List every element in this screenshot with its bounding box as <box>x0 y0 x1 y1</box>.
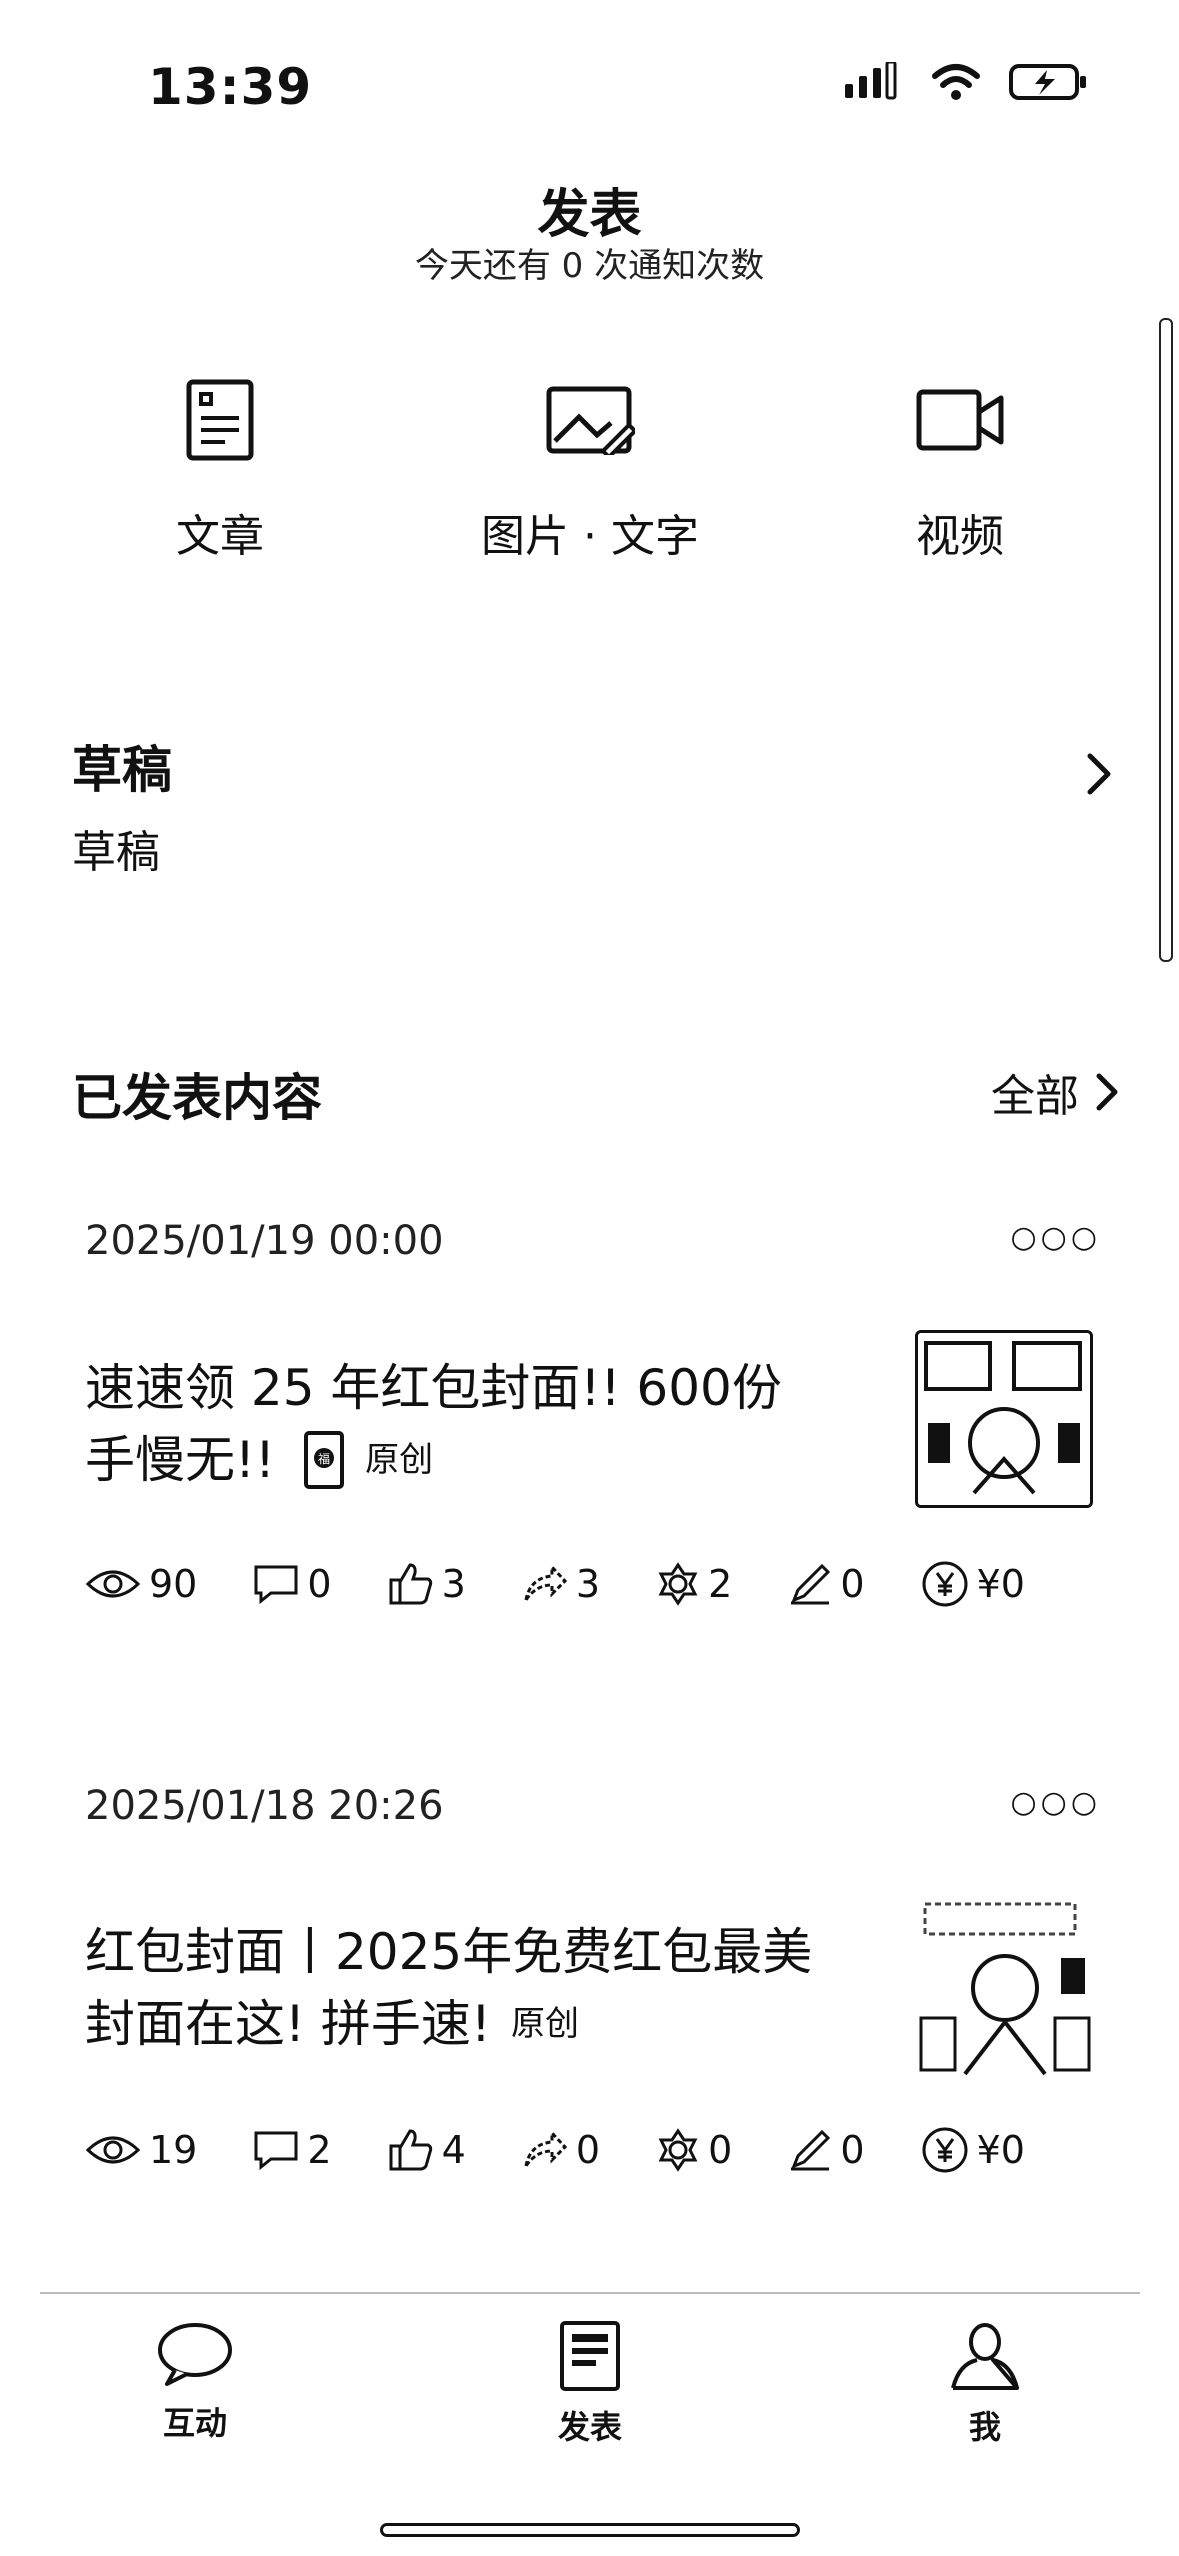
post-title-line-1: 红包封面丨2025年免费红包最美 <box>85 1923 813 1981</box>
publish-doc-icon <box>560 2321 620 2391</box>
tab-interaction-label: 互动 <box>162 2404 227 2442</box>
post-title[interactable]: 红包封面丨2025年免费红包最美 封面在这! 拼手速! 原创 <box>85 1916 885 2060</box>
tab-bar-divider <box>40 2292 1140 2294</box>
publish-article-label: 文章 <box>176 511 264 562</box>
edit-pen-icon <box>791 1563 831 1605</box>
views-eye-icon <box>85 1570 141 1598</box>
post-title[interactable]: 速速领 25 年红包封面!! 600份 手慢无!! 福 原创 <box>85 1352 885 1496</box>
favorites-count: 0 <box>708 2128 733 2172</box>
cover-image-thumbnail <box>915 1898 1093 2076</box>
published-section-title: 已发表内容 <box>72 1069 322 1127</box>
notification-count-text: 今天还有 0 次通知次数 <box>414 246 765 286</box>
article-icon <box>186 379 254 461</box>
image-text-icon <box>546 386 635 455</box>
tab-interaction[interactable]: 互动 <box>95 2320 295 2444</box>
comments-count: 2 <box>307 2128 332 2172</box>
post-thumbnail[interactable] <box>915 1898 1093 2076</box>
view-all-button[interactable]: 全部 <box>991 1060 1119 1124</box>
tab-me-label: 我 <box>968 2408 1001 2446</box>
likes-count: 4 <box>441 2128 466 2172</box>
share-icon <box>524 1564 567 1601</box>
comment-icon <box>254 2131 298 2170</box>
publish-image-text-button[interactable]: 图片 · 文字 <box>440 370 740 564</box>
post-title-line-2: 封面在这! 拼手速! <box>85 1995 491 2053</box>
home-indicator[interactable] <box>380 2523 800 2537</box>
post-stats: 19 2 4 0 0 0 ¥0 <box>85 2126 1025 2174</box>
tab-me[interactable]: 我 <box>885 2320 1085 2448</box>
comment-icon <box>254 1565 298 1604</box>
page-title: 发表 <box>537 185 642 245</box>
publish-article-button[interactable]: 文章 <box>70 370 370 564</box>
original-tag: 原创 <box>365 1440 434 1480</box>
view-all-label: 全部 <box>991 1071 1079 1122</box>
shares-count: 3 <box>575 1562 601 1606</box>
earnings-amount: ¥0 <box>976 1562 1025 1606</box>
video-icon <box>916 389 1004 451</box>
battery-charging-icon <box>1009 64 1086 100</box>
signal-icon <box>845 62 897 100</box>
more-options-icon[interactable]: ○○○ <box>1010 1785 1101 1820</box>
publish-video-button[interactable]: 视频 <box>810 370 1110 564</box>
more-options-icon[interactable]: ○○○ <box>1010 1220 1101 1255</box>
red-envelope-icon: 福 <box>304 1431 345 1489</box>
chat-bubble-icon <box>158 2323 232 2386</box>
favorite-flower-icon <box>658 2128 698 2172</box>
shares-count: 0 <box>575 2128 601 2172</box>
wifi-icon <box>932 64 980 100</box>
views-count: 19 <box>149 2128 198 2172</box>
share-icon <box>524 2130 567 2167</box>
like-thumb-icon <box>389 1563 432 1605</box>
tab-publish[interactable]: 发表 <box>490 2320 690 2448</box>
publish-video-label: 视频 <box>916 511 1004 562</box>
edit-pen-icon <box>791 2129 831 2171</box>
post-date: 2025/01/19 00:00 <box>85 1218 444 1264</box>
post-thumbnail[interactable] <box>915 1330 1093 1508</box>
drafts-subtitle: 草稿 <box>72 827 160 878</box>
post-date: 2025/01/18 20:26 <box>85 1783 444 1829</box>
drafts-row[interactable]: 草稿 草稿 <box>72 730 1112 890</box>
views-count: 90 <box>149 1562 198 1606</box>
post-title-line-2: 手慢无!! <box>85 1431 276 1489</box>
views-eye-icon <box>85 2136 141 2164</box>
earnings-yen-icon <box>922 1561 968 1607</box>
cover-image-thumbnail <box>918 1333 1090 1505</box>
chevron-right-icon <box>1096 1073 1118 1111</box>
status-icons <box>843 62 1089 102</box>
favorite-flower-icon <box>658 1562 698 1606</box>
publish-image-text-label: 图片 · 文字 <box>481 511 699 562</box>
favorites-count: 2 <box>708 1562 733 1606</box>
drafts-title: 草稿 <box>72 741 172 799</box>
svg-text:福: 福 <box>318 1451 330 1466</box>
like-thumb-icon <box>389 2129 432 2171</box>
person-icon <box>951 2323 1019 2390</box>
post-title-line-1: 速速领 25 年红包封面!! 600份 <box>85 1359 782 1417</box>
original-tag: 原创 <box>510 2004 579 2044</box>
earnings-amount: ¥0 <box>976 2128 1025 2172</box>
tab-publish-label: 发表 <box>557 2408 622 2446</box>
chevron-right-icon <box>1087 753 1111 795</box>
scrollbar[interactable] <box>1159 318 1173 962</box>
edits-count: 0 <box>840 1562 865 1606</box>
post-stats: 90 0 3 3 2 0 ¥0 <box>85 1560 1025 1608</box>
earnings-yen-icon <box>922 2127 968 2173</box>
status-time: 13:39 <box>148 58 313 116</box>
likes-count: 3 <box>441 1562 466 1606</box>
edits-count: 0 <box>840 2128 865 2172</box>
comments-count: 0 <box>307 1562 332 1606</box>
